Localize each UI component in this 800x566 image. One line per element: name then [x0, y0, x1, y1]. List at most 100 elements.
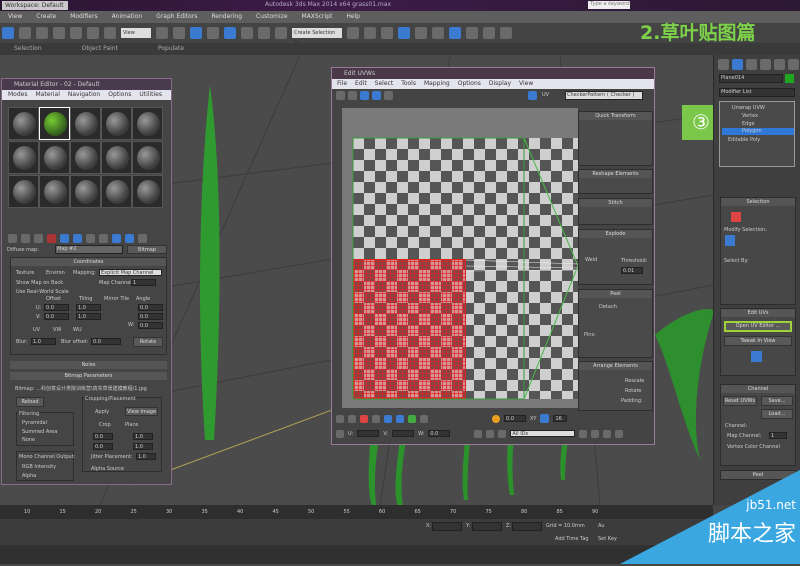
rgb-intensity-radio[interactable]: RGB Intensity: [22, 464, 56, 470]
save-button[interactable]: Save...: [761, 396, 793, 406]
keyboard-shortcut-icon[interactable]: [190, 27, 202, 39]
crop-radio[interactable]: Crop: [99, 422, 111, 428]
none-radio[interactable]: None: [22, 437, 35, 443]
menu-view[interactable]: View: [519, 79, 533, 89]
menu-graph-editors[interactable]: Graph Editors: [156, 11, 197, 23]
hide-icon[interactable]: [486, 429, 495, 438]
ring-icon[interactable]: [420, 414, 428, 423]
noise-rollout-header[interactable]: Noise: [10, 361, 167, 369]
named-selection-select[interactable]: Create Selection Se: [292, 28, 342, 46]
menu-view[interactable]: View: [8, 11, 22, 23]
rotate-checkbox[interactable]: Rotate: [625, 388, 641, 394]
scale-icon[interactable]: [360, 91, 369, 100]
menu-mapping[interactable]: Mapping: [424, 79, 450, 89]
explode-header[interactable]: Explode: [579, 230, 652, 238]
show-map-on-back-checkbox[interactable]: Show Map on Back: [16, 280, 63, 286]
modifier-list-dropdown[interactable]: Modifier List: [719, 88, 795, 97]
menu-file[interactable]: File: [337, 79, 347, 89]
grow-icon[interactable]: [725, 235, 735, 246]
put-library-icon[interactable]: [86, 234, 95, 243]
stack-item-edge[interactable]: Edge: [742, 121, 755, 127]
timeline[interactable]: 10 15 20 25 30 35 40 45 50 55 60 65 70 75 80 85 90: [0, 505, 713, 519]
crop-w-spinner[interactable]: 1.0: [133, 433, 153, 440]
grid-spinner[interactable]: 16: [553, 415, 568, 422]
go-parent-icon[interactable]: [138, 234, 147, 243]
rotate-icon[interactable]: [87, 27, 99, 39]
peel-header[interactable]: Peel: [579, 290, 652, 298]
manipulate-icon[interactable]: [173, 27, 185, 39]
window-crossing-icon[interactable]: [53, 27, 65, 39]
stack-item-unwrap-uvw[interactable]: Unwrap UVW: [732, 105, 765, 111]
stitch-header[interactable]: Stitch: [579, 199, 652, 207]
material-slot[interactable]: [101, 175, 132, 208]
jitter-spinner[interactable]: 1.0: [136, 453, 156, 460]
material-slot[interactable]: [101, 141, 132, 174]
selection-header[interactable]: Selection: [721, 198, 795, 206]
reference-coord-select[interactable]: View: [121, 28, 151, 38]
rect-select-icon[interactable]: [36, 27, 48, 39]
z-coord-field[interactable]: [512, 522, 542, 531]
menu-animation[interactable]: Animation: [112, 11, 143, 23]
create-tab-icon[interactable]: [718, 59, 729, 70]
utilities-tab-icon[interactable]: [788, 59, 799, 70]
ribbon-tab-object-paint[interactable]: Object Paint: [82, 43, 118, 55]
offset-v-spinner[interactable]: 0.0: [44, 313, 69, 320]
material-slot[interactable]: [70, 175, 101, 208]
material-slot[interactable]: [8, 107, 39, 140]
vertex-mode-icon[interactable]: [336, 414, 344, 423]
delete-icon[interactable]: [47, 234, 56, 243]
absolute-mode-icon[interactable]: [336, 429, 344, 438]
load-button[interactable]: Load...: [761, 409, 793, 419]
blur-offset-spinner[interactable]: 0.0: [91, 338, 121, 345]
view-image-button[interactable]: View Image: [125, 407, 158, 416]
material-slot[interactable]: [39, 141, 70, 174]
menu-navigation[interactable]: Navigation: [68, 90, 100, 100]
edge-mode-icon[interactable]: [348, 414, 356, 423]
blur-spinner[interactable]: 1.0: [31, 338, 56, 345]
quick-transform-header[interactable]: Quick Transform: [579, 112, 652, 120]
material-slot[interactable]: [8, 175, 39, 208]
tiling-u-spinner[interactable]: 1.0: [76, 304, 101, 311]
move-icon[interactable]: [336, 91, 345, 100]
material-editor-icon[interactable]: [449, 27, 461, 39]
environ-radio[interactable]: Environ: [46, 270, 65, 276]
bitmap-parameters-header[interactable]: Bitmap Parameters: [10, 372, 167, 380]
menu-options[interactable]: Options: [108, 90, 131, 100]
wu-radio[interactable]: WU: [73, 327, 82, 333]
uv-radio[interactable]: UV: [33, 327, 40, 333]
menu-rendering[interactable]: Rendering: [211, 11, 242, 23]
material-slot[interactable]: [70, 107, 101, 140]
soft-selection-icon[interactable]: [492, 414, 500, 423]
real-world-scale-checkbox[interactable]: Use Real-World Scale: [16, 289, 69, 295]
polygon-select-icon[interactable]: [731, 212, 741, 222]
material-slot[interactable]: [132, 141, 163, 174]
zoom-icon[interactable]: [591, 429, 600, 438]
shrink-icon[interactable]: [396, 414, 404, 423]
menu-options[interactable]: Options: [458, 79, 481, 89]
stack-item-editable-poly[interactable]: Editable Poly: [728, 137, 760, 143]
summed-area-radio[interactable]: Summed Area: [22, 429, 57, 435]
falloff-spinner[interactable]: 0.0: [504, 415, 526, 422]
menu-help[interactable]: Help: [346, 11, 360, 23]
crop-u-spinner[interactable]: 0.0: [93, 433, 113, 440]
angle-w-spinner[interactable]: 0.0: [138, 322, 163, 329]
material-slot[interactable]: [39, 175, 70, 208]
show-map-icon[interactable]: [112, 234, 121, 243]
hierarchy-tab-icon[interactable]: [746, 59, 757, 70]
edit-named-sel-icon[interactable]: [275, 27, 287, 39]
uv-tool-icon[interactable]: [751, 351, 762, 362]
unique-icon[interactable]: [73, 234, 82, 243]
bitmap-path-button[interactable]: Bitmap: ...科创意设计类院训练营\真实草景建模教程\1.jpg: [15, 385, 160, 392]
object-name-field[interactable]: Plane014: [719, 74, 783, 83]
tiling-v-spinner[interactable]: 1.0: [76, 313, 101, 320]
reset-uvws-button[interactable]: Reset UVWs: [723, 396, 757, 406]
open-uv-editor-button[interactable]: Open UV Editor ...: [724, 321, 792, 332]
map-type-button[interactable]: Bitmap: [127, 245, 167, 254]
pyramidal-radio[interactable]: Pyramidal: [22, 420, 47, 426]
object-color-swatch[interactable]: [785, 74, 794, 83]
angle-u-spinner[interactable]: 0.0: [138, 304, 163, 311]
material-slot[interactable]: [132, 175, 163, 208]
apply-checkbox[interactable]: Apply: [95, 409, 109, 415]
percent-snap-icon[interactable]: [241, 27, 253, 39]
show-end-result-icon[interactable]: [125, 234, 134, 243]
